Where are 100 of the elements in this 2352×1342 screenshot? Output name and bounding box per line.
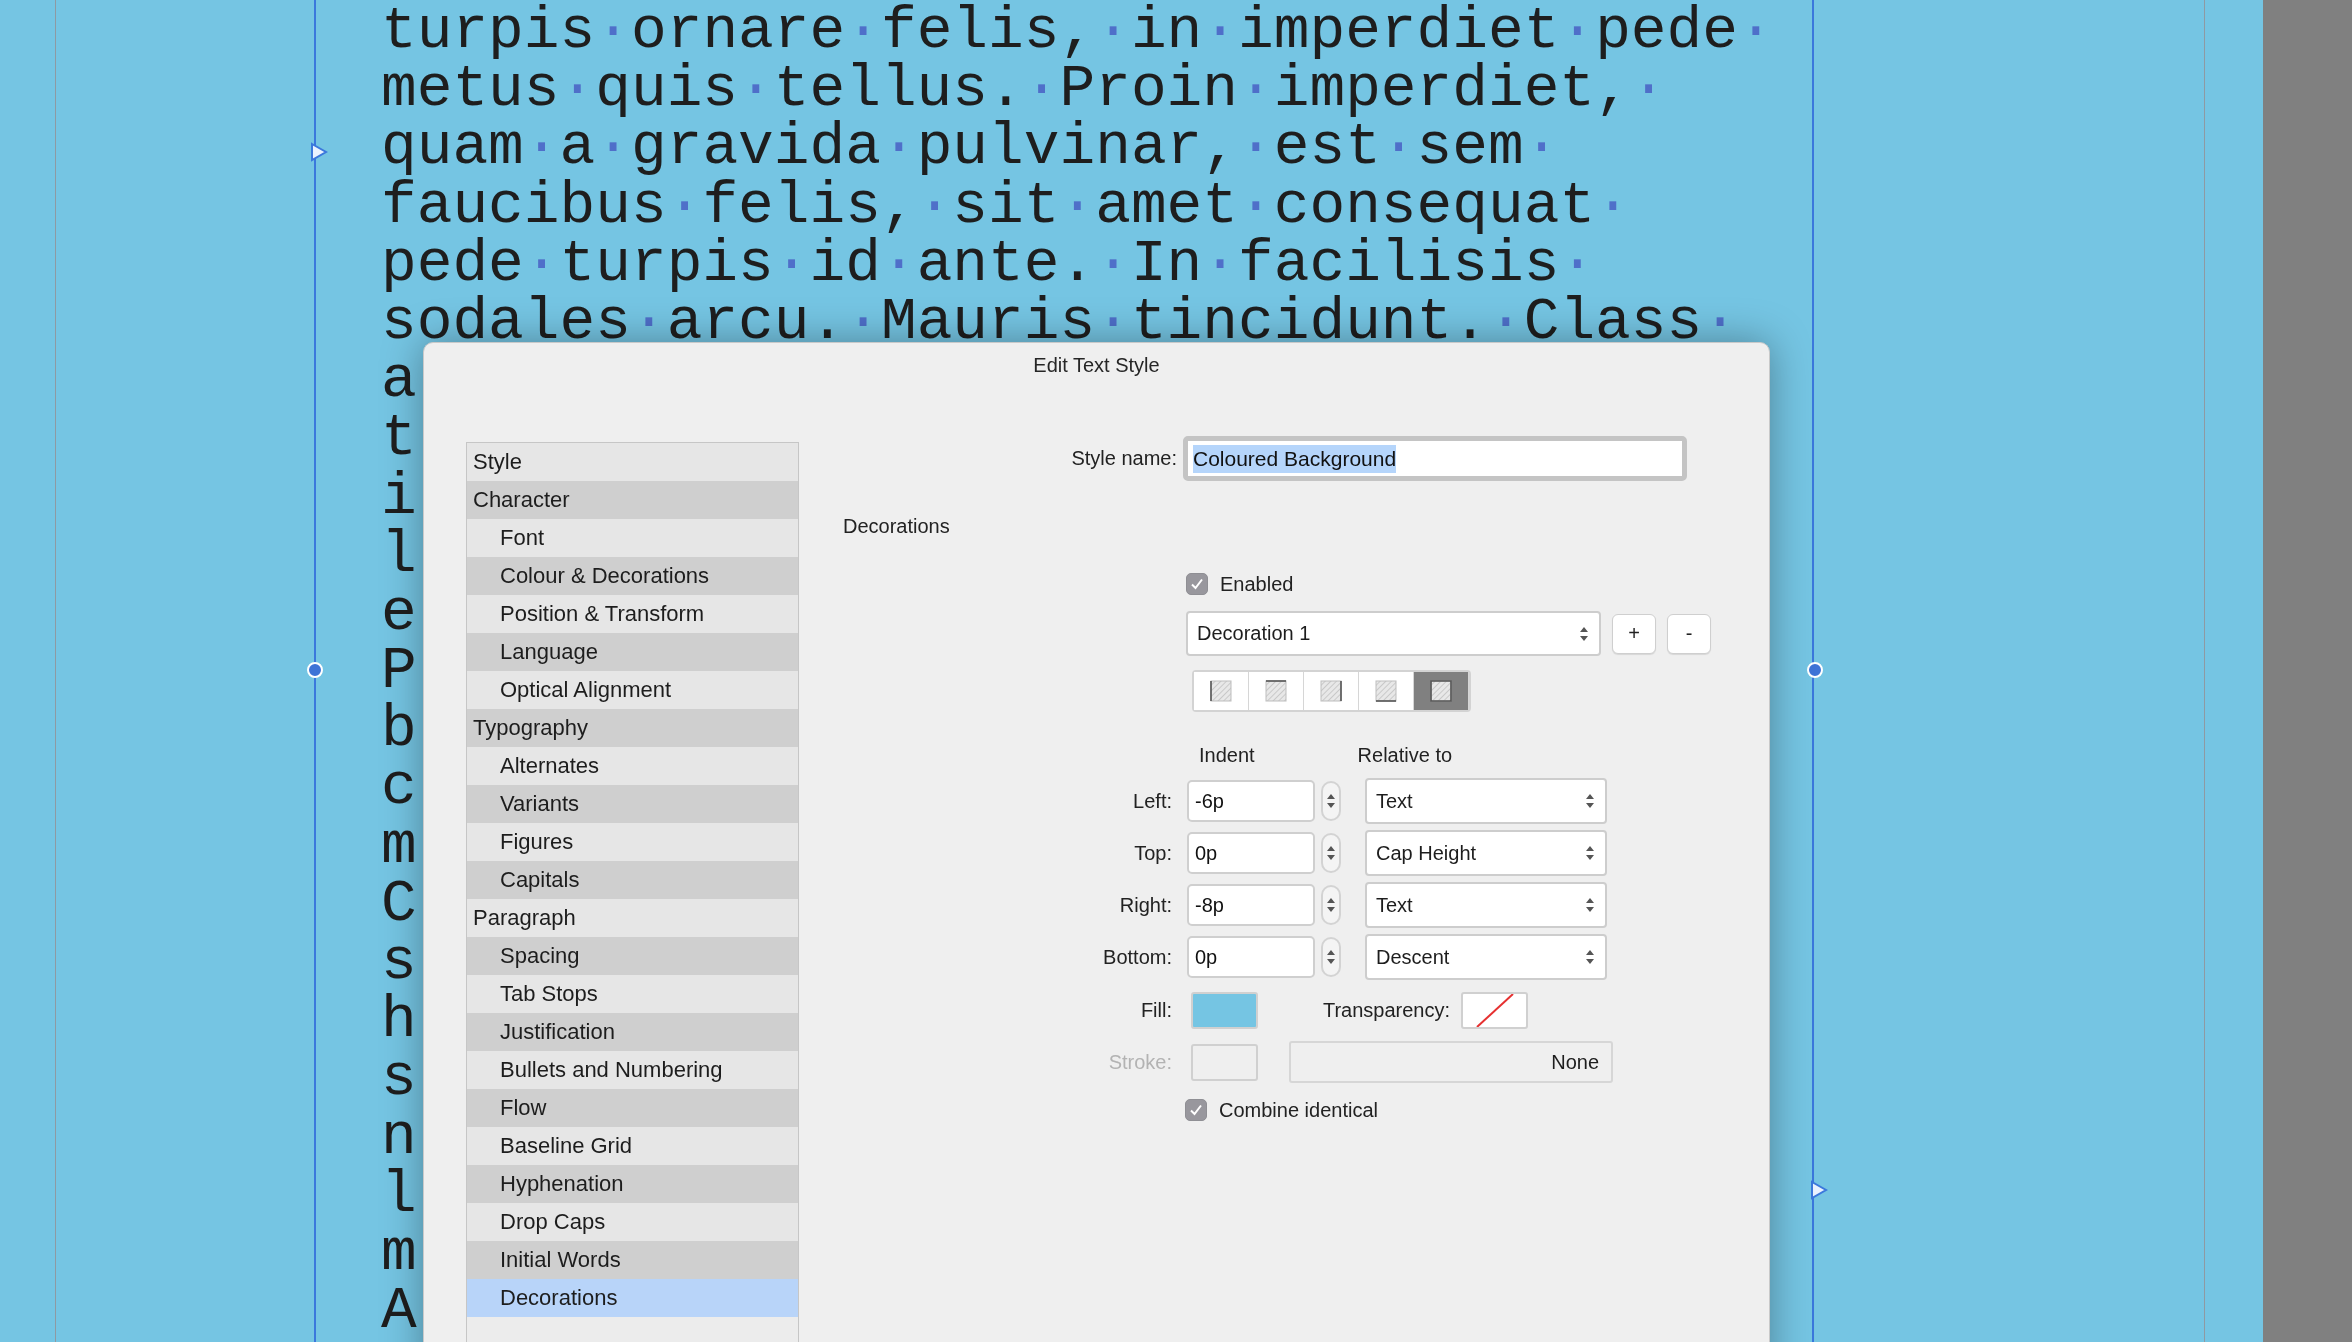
indent-field[interactable]: 0p — [1187, 832, 1315, 874]
decoration-dropdown[interactable]: Decoration 1 — [1186, 611, 1601, 656]
document-text-line: m — [381, 1223, 417, 1283]
document-text-line: s — [381, 933, 417, 992]
hatched-square-icon — [1265, 680, 1287, 702]
sidebar-item[interactable]: Colour & Decorations — [467, 557, 798, 595]
resize-handle[interactable] — [307, 662, 323, 678]
sidebar-item[interactable]: Position & Transform — [467, 595, 798, 633]
stepper[interactable] — [1321, 885, 1341, 925]
field-label: Stroke: — [1107, 1050, 1172, 1074]
sidebar-item[interactable]: Style — [467, 443, 798, 481]
sidebar-item[interactable]: Character — [467, 481, 798, 519]
up-down-arrows-icon — [1585, 845, 1595, 861]
document-text-line: l — [381, 525, 417, 584]
sidebar-item[interactable]: Paragraph — [467, 899, 798, 937]
add-button[interactable]: + — [1612, 613, 1656, 654]
relative-to-dropdown[interactable]: Descent — [1365, 934, 1607, 980]
sidebar-item[interactable]: Bullets and Numbering — [467, 1051, 798, 1089]
field-label: Transparency: — [1321, 999, 1450, 1022]
sidebar-item[interactable]: Typography — [467, 709, 798, 747]
document-text-line: C — [381, 874, 417, 933]
edge-toggle-button[interactable] — [1414, 672, 1469, 710]
sidebar-item[interactable]: Justification — [467, 1013, 798, 1051]
document-text-line: e — [381, 583, 417, 643]
document-text-line: metus·quis·tellus.·Proin·imperdiet,· — [381, 60, 1667, 119]
up-down-arrows-icon — [1326, 793, 1336, 809]
stroke-swatch[interactable] — [1191, 1043, 1258, 1081]
document-text-line: h — [381, 991, 417, 1050]
field-label: Left: — [1132, 789, 1172, 813]
checkmark-icon — [1190, 577, 1204, 591]
sidebar-item[interactable]: Tab Stops — [467, 975, 798, 1013]
document-text-line: l — [381, 1165, 417, 1224]
field-label: Right: — [1118, 893, 1172, 917]
up-down-arrows-icon — [1585, 897, 1595, 913]
sidebar-item[interactable]: Capitals — [467, 861, 798, 899]
up-down-arrows-icon — [1585, 793, 1595, 809]
up-down-arrows-icon — [1326, 949, 1336, 965]
document-text-line: quam·a·gravida·pulvinar,·est·sem· — [381, 118, 1560, 177]
up-down-arrows-icon — [1326, 845, 1336, 861]
fill-swatch[interactable] — [1191, 992, 1258, 1029]
hatched-square-icon — [1430, 680, 1452, 702]
document-text-line: m — [381, 816, 417, 875]
stepper[interactable] — [1321, 833, 1341, 873]
sidebar-item[interactable]: Baseline Grid — [467, 1127, 798, 1165]
section-title: Decorations — [843, 514, 950, 538]
field-label: Top: — [1133, 841, 1172, 865]
hatched-square-icon — [1375, 680, 1397, 702]
field-label: Style name: — [1070, 447, 1177, 470]
resize-handle[interactable] — [1807, 662, 1823, 678]
field-label: Fill: — [1139, 999, 1172, 1022]
sidebar-item[interactable]: Variants — [467, 785, 798, 823]
sidebar-item[interactable]: Alternates — [467, 747, 798, 785]
stepper[interactable] — [1321, 937, 1341, 977]
checkmark-icon — [1189, 1103, 1203, 1117]
remove-button[interactable]: - — [1667, 613, 1711, 654]
sidebar-item[interactable]: Decorations — [467, 1279, 798, 1317]
checkbox-label: Combine identical — [1219, 1098, 1378, 1122]
document-text-line: turpis·ornare·felis,·in·imperdiet·pede· — [381, 2, 1774, 61]
hatched-square-icon — [1210, 680, 1232, 702]
sidebar-item[interactable]: Figures — [467, 823, 798, 861]
column-header: Relative to — [1357, 743, 1453, 767]
style-name-field[interactable]: Coloured Background — [1183, 436, 1687, 481]
dialog-title: Edit Text Style — [1033, 354, 1160, 376]
document-text-line: P — [381, 642, 417, 701]
document-text-line: pede·turpis·id·ante.·In·facilisis· — [381, 234, 1596, 293]
document-text-line: s — [381, 1049, 417, 1108]
document-text-line: c — [381, 758, 417, 817]
up-down-arrows-icon — [1585, 949, 1595, 965]
document-text-line: A — [381, 1282, 417, 1341]
sidebar-item[interactable]: Flow — [467, 1089, 798, 1127]
sidebar-item[interactable]: Hyphenation — [467, 1165, 798, 1203]
up-down-arrows-icon — [1326, 897, 1336, 913]
document-text-line: t — [381, 409, 417, 468]
document-text-line: faucibus·felis,·sit·amet·consequat· — [381, 176, 1631, 235]
document-text-line: sodales·arcu.·Mauris·tincidunt.·Class· — [381, 292, 1738, 352]
checkbox[interactable] — [1185, 1099, 1207, 1121]
document-text-line: a — [381, 351, 417, 410]
sidebar-item[interactable]: Initial Words — [467, 1241, 798, 1279]
document-text-line: n — [381, 1107, 417, 1166]
stepper[interactable] — [1321, 781, 1341, 821]
relative-to-dropdown[interactable]: Text — [1365, 778, 1607, 824]
sidebar-item[interactable]: Optical Alignment — [467, 671, 798, 709]
checkbox[interactable] — [1186, 573, 1208, 595]
checkbox-label: Enabled — [1220, 572, 1294, 596]
sidebar-item[interactable]: Drop Caps — [467, 1203, 798, 1241]
hatched-square-icon — [1320, 680, 1342, 702]
edge-toggle-button[interactable] — [1194, 672, 1249, 710]
transparency-swatch[interactable] — [1461, 992, 1528, 1029]
relative-to-dropdown[interactable]: Text — [1365, 882, 1607, 928]
indent-field[interactable]: -8p — [1187, 884, 1315, 926]
indent-field[interactable]: -6p — [1187, 780, 1315, 822]
indent-field[interactable]: 0p — [1187, 936, 1315, 978]
up-down-arrows-icon — [1579, 625, 1589, 642]
sidebar-item[interactable]: Language — [467, 633, 798, 671]
sidebar-item[interactable]: Spacing — [467, 937, 798, 975]
column-header: Indent — [1199, 743, 1255, 767]
field-label: Bottom: — [1102, 945, 1172, 969]
relative-to-dropdown[interactable]: Cap Height — [1365, 830, 1607, 876]
document-text-line: i — [381, 467, 417, 526]
sidebar-item[interactable]: Font — [467, 519, 798, 557]
